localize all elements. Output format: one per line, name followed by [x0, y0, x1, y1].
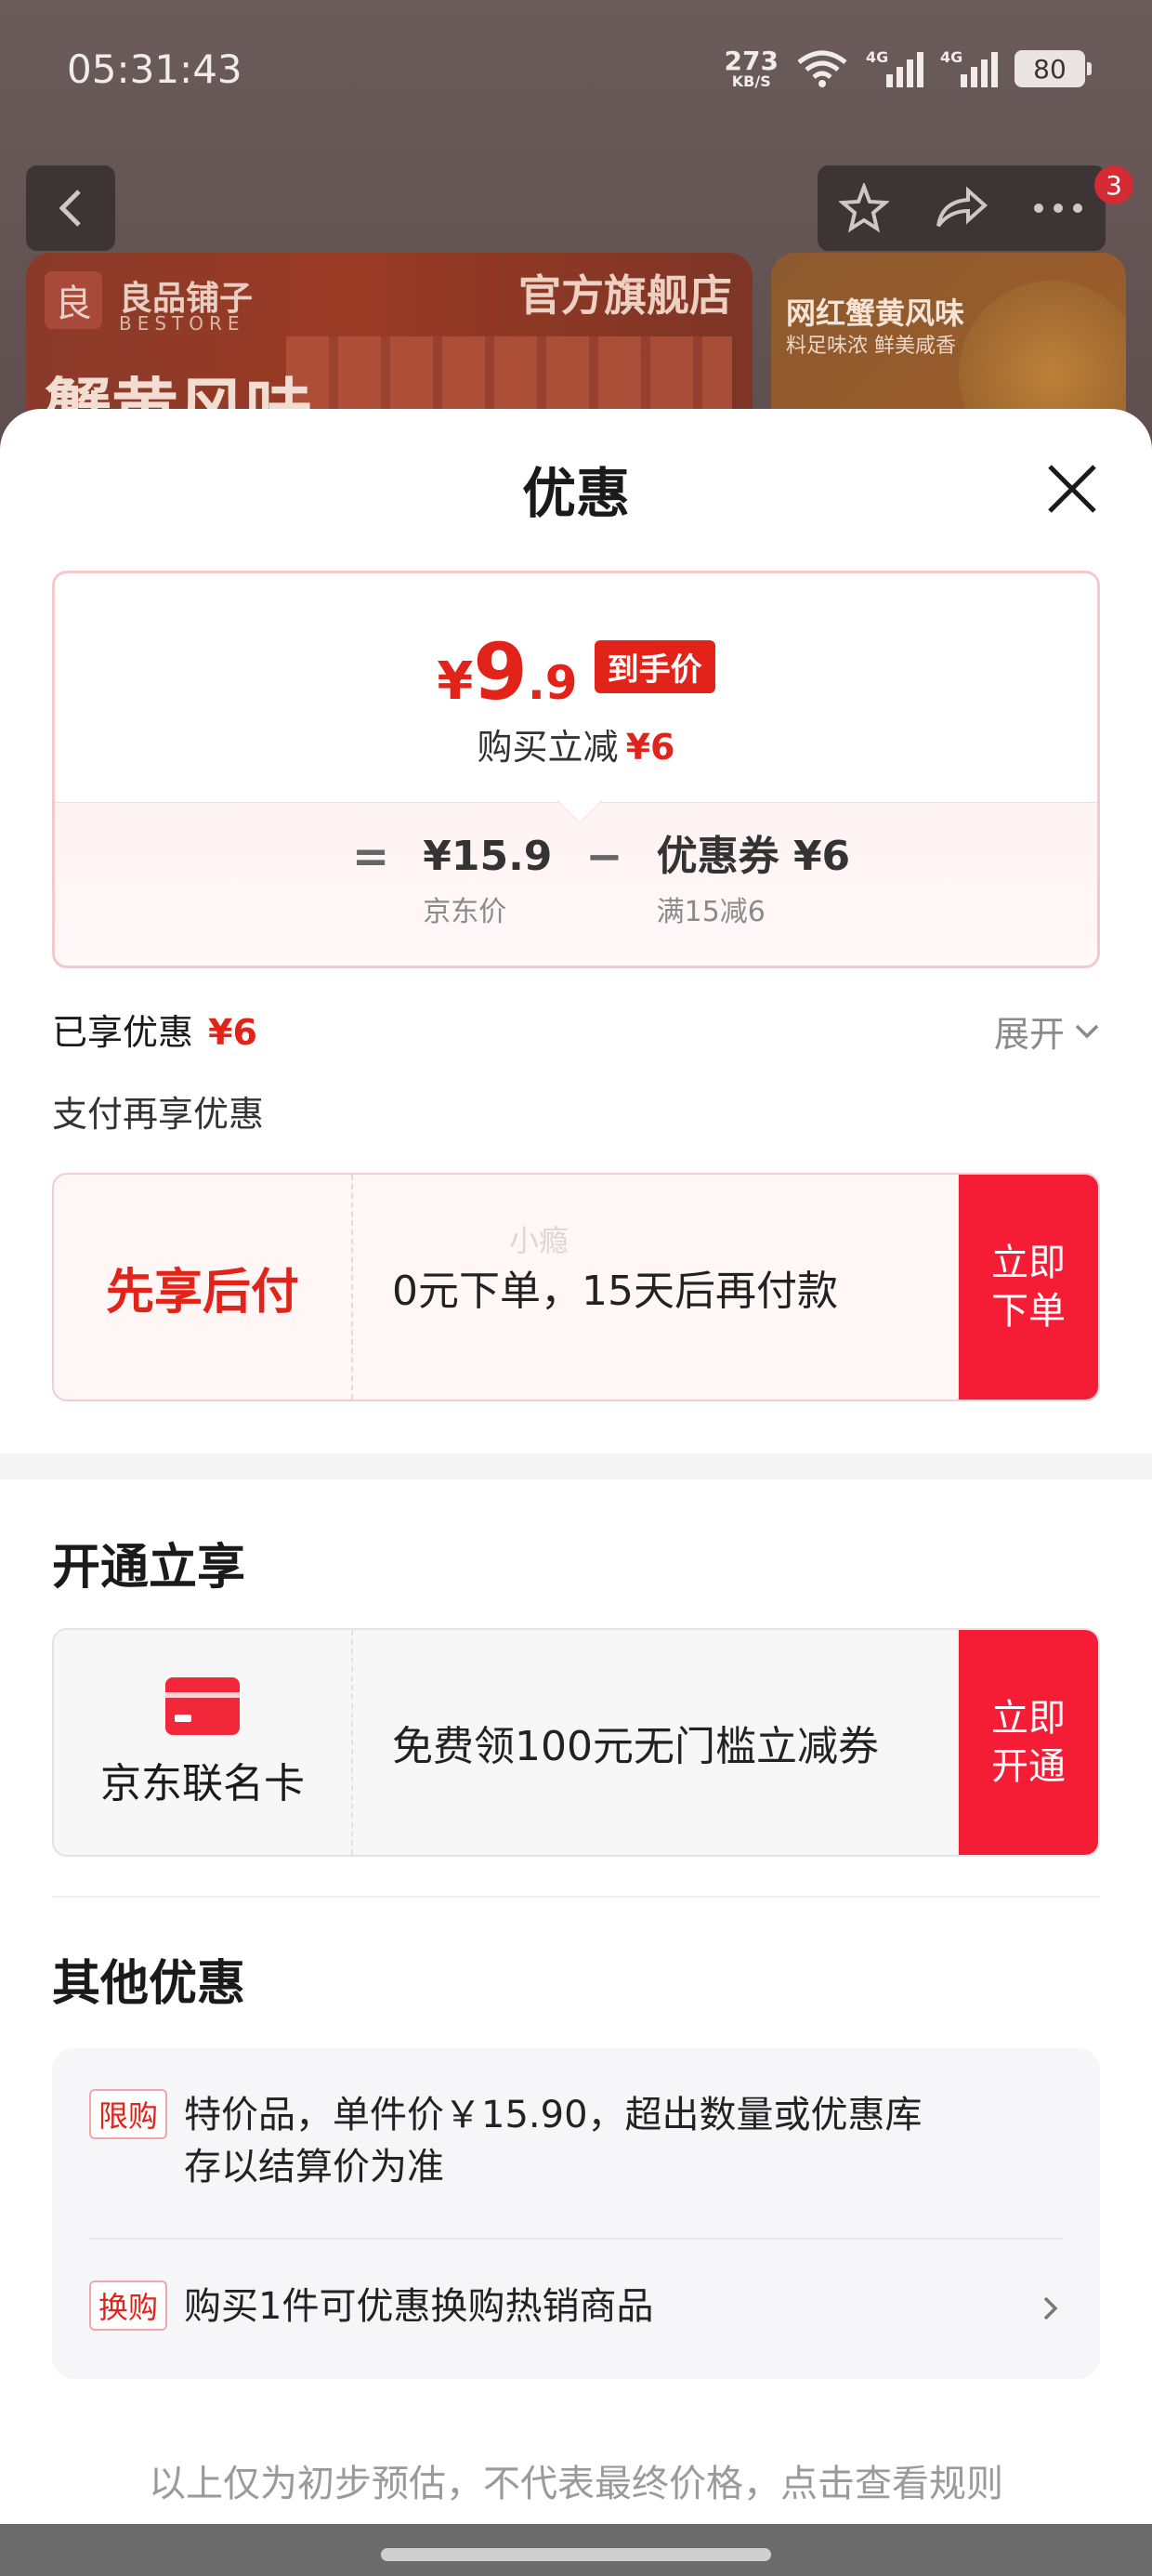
back-icon: [59, 190, 81, 227]
minus-sign: −: [585, 831, 623, 883]
chevron-down-icon: [1075, 1024, 1099, 1038]
saving-amount: ¥6: [625, 727, 675, 768]
card-icon: [165, 1677, 240, 1735]
promo-item-limit: 限购 特价品，单件价￥15.90，超出数量或优惠库存以结算价为准: [89, 2089, 1063, 2193]
coupon-block: 优惠券 ¥6 满15减6: [657, 829, 851, 929]
card-title-block: 京东联名卡: [54, 1630, 353, 1855]
open-now-button[interactable]: 立即开通: [959, 1630, 1098, 1855]
net-speed-unit: KB/S: [731, 72, 771, 90]
discount-sheet: 优惠 ¥ 9 .9 到手价 购买立减 ¥6 = ¥15.9 京东价 − 优惠券 …: [0, 409, 1152, 2576]
other-promos-box: 限购 特价品，单件价￥15.90，超出数量或优惠库存以结算价为准 换购 购买1件…: [52, 2048, 1100, 2379]
battery-icon: 80: [1015, 50, 1092, 87]
status-time: 05:31:43: [67, 46, 242, 92]
final-price-tag: 到手价: [594, 640, 715, 693]
enjoyed-label: 已享优惠: [52, 1012, 194, 1053]
net-speed: 273 KB/S: [725, 48, 779, 89]
wifi-icon: [797, 50, 847, 87]
promo-tag-exchange: 换购: [89, 2280, 168, 2331]
watermark-text: 小瘾: [509, 1223, 569, 1258]
pay-later-title-block: 先享后付: [54, 1175, 353, 1400]
promo-text-exchange: 购买1件可优惠换购热销商品: [184, 2285, 654, 2328]
price-formula: = ¥15.9 京东价 − 优惠券 ¥6 满15减6: [352, 829, 850, 929]
order-now-button[interactable]: 立即下单: [959, 1175, 1098, 1400]
sheet-title: 优惠: [521, 462, 630, 525]
product-banner-subtitle: 料足味浓 鲜美咸香: [786, 335, 956, 358]
final-price: ¥ 9 .9 到手价: [55, 633, 1097, 712]
close-icon[interactable]: [1042, 459, 1102, 519]
rules-footnote[interactable]: 以上仅为初步预估，不代表最终价格，点击查看规则: [0, 2453, 1152, 2507]
final-price-area: ¥ 9 .9 到手价 购买立减 ¥6: [55, 573, 1097, 802]
pay-later-title: 先享后付: [105, 1264, 299, 1321]
cart-badge: 3: [1094, 165, 1133, 204]
section-divider: [0, 1453, 1152, 1479]
header-actions: [818, 165, 1106, 251]
brand-name-en: BESTORE: [119, 312, 245, 335]
promo-item-exchange[interactable]: 换购 购买1件可优惠换购热销商品: [89, 2280, 1063, 2333]
sim1-label: 4G: [866, 48, 889, 66]
share-icon[interactable]: [933, 185, 988, 231]
home-indicator[interactable]: [381, 2548, 771, 2561]
promo-divider: [89, 2238, 1063, 2240]
card-name: 京东联名卡: [100, 1760, 305, 1807]
equals-sign: =: [352, 831, 390, 883]
more-icon[interactable]: [1032, 202, 1084, 215]
final-price-decimal: .9: [527, 656, 578, 710]
coupon-value: 优惠券 ¥6: [656, 833, 851, 880]
price-card: ¥ 9 .9 到手价 购买立减 ¥6 = ¥15.9 京东价 − 优惠券 ¥6 满…: [52, 571, 1100, 968]
pay-later-desc: 0元下单，15天后再付款: [392, 1268, 838, 1315]
signal-sim2-icon: 4G: [940, 48, 998, 87]
expand-label: 展开: [993, 1014, 1065, 1055]
saving-line: 购买立减 ¥6: [55, 718, 1097, 769]
price-breakdown: = ¥15.9 京东价 − 优惠券 ¥6 满15减6: [55, 802, 1097, 966]
jd-price-value: ¥15.9: [423, 833, 553, 880]
card-desc: 免费领100元无门槛立减券: [392, 1723, 879, 1770]
back-button[interactable]: [26, 165, 115, 251]
coupon-rule: 满15减6: [656, 896, 766, 928]
navigation-bar: [0, 2524, 1152, 2576]
net-speed-value: 273: [724, 46, 779, 76]
jd-price-block: ¥15.9 京东价: [423, 829, 552, 929]
chevron-right-icon[interactable]: [1037, 2295, 1063, 2321]
jd-price-label: 京东价: [423, 896, 507, 928]
flagship-label: 官方旗舰店: [518, 270, 732, 321]
sim2-label: 4G: [940, 48, 963, 66]
pay-more-label: 支付再享优惠: [52, 1094, 265, 1135]
promo-tag-limit: 限购: [89, 2089, 168, 2139]
status-bar: 05:31:43 273 KB/S 4G 4G 80: [67, 41, 1092, 97]
cobrand-card-offer[interactable]: 京东联名卡 免费领100元无门槛立减券 立即开通: [52, 1628, 1100, 1857]
expand-button[interactable]: 展开: [994, 1005, 1100, 1057]
divider-line: [52, 1896, 1100, 1898]
product-banner-title: 网红蟹黄风味: [786, 296, 965, 331]
brand-logo-icon: 良: [45, 271, 102, 329]
saving-label: 购买立减: [477, 727, 619, 768]
pay-later-offer[interactable]: 先享后付 0元下单，15天后再付款 立即下单: [52, 1173, 1100, 1401]
promo-text-limit: 特价品，单件价￥15.90，超出数量或优惠库存以结算价为准: [184, 2094, 923, 2188]
final-price-currency: ¥: [437, 651, 474, 712]
star-icon[interactable]: [839, 183, 890, 233]
final-price-integer: 9: [473, 626, 528, 717]
enjoyed-discount: 已享优惠 ¥6: [52, 1004, 257, 1055]
status-icons: 273 KB/S 4G 4G 80: [725, 48, 1092, 89]
other-section-title: 其他优惠: [52, 1956, 246, 2012]
signal-sim1-icon: 4G: [866, 48, 923, 87]
open-section-title: 开通立享: [52, 1540, 246, 1596]
enjoyed-amount: ¥6: [208, 1012, 257, 1053]
